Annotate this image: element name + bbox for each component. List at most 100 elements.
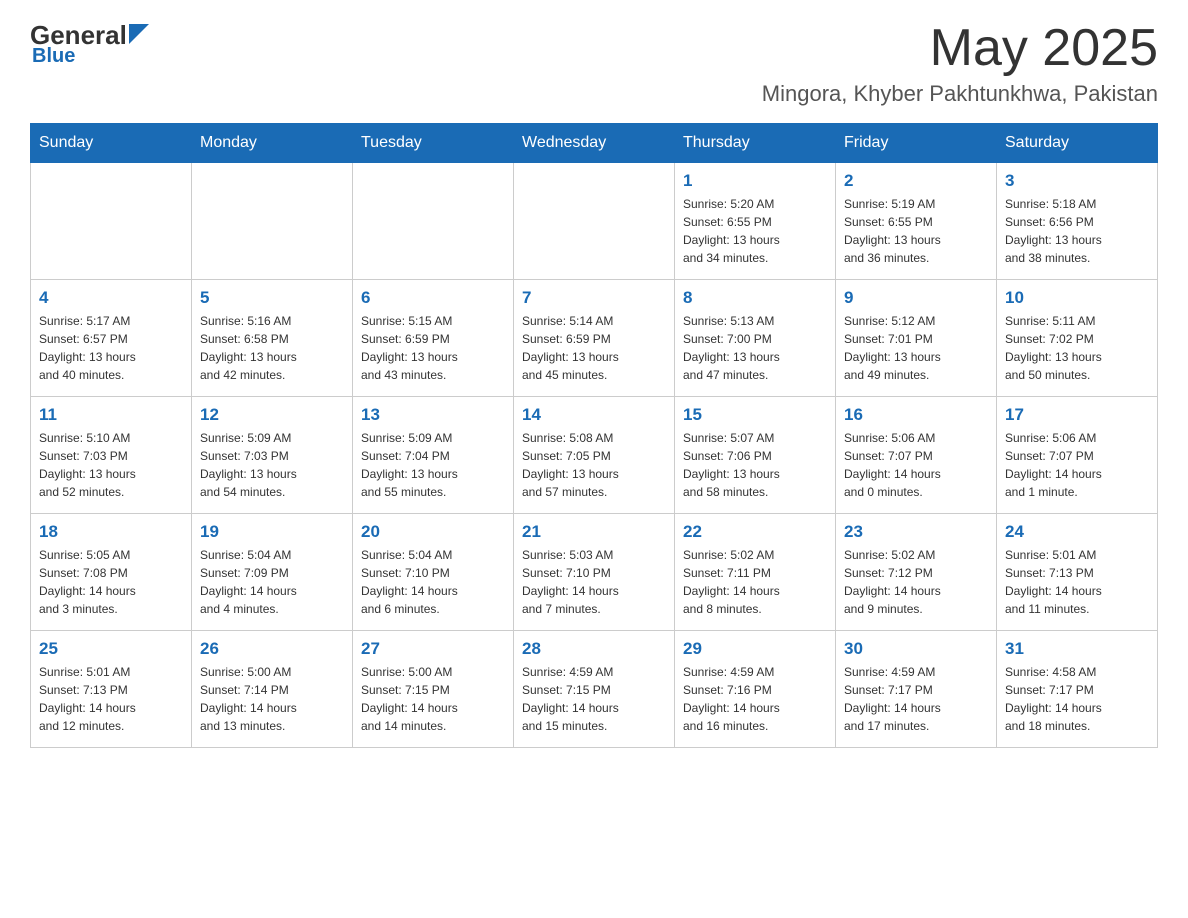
calendar-cell: 5 Sunrise: 5:16 AMSunset: 6:58 PMDaylight…: [192, 280, 353, 397]
day-info: Sunrise: 5:15 AMSunset: 6:59 PMDaylight:…: [361, 312, 505, 384]
calendar-cell: 6 Sunrise: 5:15 AMSunset: 6:59 PMDaylight…: [353, 280, 514, 397]
day-number: 10: [1005, 288, 1149, 308]
calendar-cell: 15 Sunrise: 5:07 AMSunset: 7:06 PMDayligh…: [675, 397, 836, 514]
title-area: May 2025 Mingora, Khyber Pakhtunkhwa, Pa…: [762, 20, 1158, 107]
month-title: May 2025: [762, 20, 1158, 77]
day-info: Sunrise: 5:02 AMSunset: 7:12 PMDaylight:…: [844, 546, 988, 618]
day-info: Sunrise: 5:13 AMSunset: 7:00 PMDaylight:…: [683, 312, 827, 384]
day-number: 2: [844, 171, 988, 191]
day-info: Sunrise: 5:03 AMSunset: 7:10 PMDaylight:…: [522, 546, 666, 618]
calendar-cell: 11Sunrise: 5:10 AMSunset: 7:03 PMDayligh…: [31, 397, 192, 514]
calendar-cell: 24Sunrise: 5:01 AMSunset: 7:13 PMDayligh…: [997, 514, 1158, 631]
day-info: Sunrise: 5:04 AMSunset: 7:09 PMDaylight:…: [200, 546, 344, 618]
calendar-cell: 2 Sunrise: 5:19 AMSunset: 6:55 PMDaylight…: [836, 163, 997, 280]
calendar-header-row: SundayMondayTuesdayWednesdayThursdayFrid…: [31, 124, 1158, 163]
day-info: Sunrise: 5:01 AMSunset: 7:13 PMDaylight:…: [39, 663, 183, 735]
day-info: Sunrise: 5:18 AMSunset: 6:56 PMDaylight:…: [1005, 195, 1149, 267]
day-number: 19: [200, 522, 344, 542]
day-number: 15: [683, 405, 827, 425]
day-info: Sunrise: 4:59 AMSunset: 7:15 PMDaylight:…: [522, 663, 666, 735]
day-number: 31: [1005, 639, 1149, 659]
day-info: Sunrise: 5:06 AMSunset: 7:07 PMDaylight:…: [844, 429, 988, 501]
day-number: 6: [361, 288, 505, 308]
day-info: Sunrise: 5:04 AMSunset: 7:10 PMDaylight:…: [361, 546, 505, 618]
calendar-cell: [353, 163, 514, 280]
calendar-cell: 25 Sunrise: 5:01 AMSunset: 7:13 PMDayligh…: [31, 631, 192, 748]
day-number: 12: [200, 405, 344, 425]
day-info: Sunrise: 5:19 AMSunset: 6:55 PMDaylight:…: [844, 195, 988, 267]
day-info: Sunrise: 5:00 AMSunset: 7:15 PMDaylight:…: [361, 663, 505, 735]
logo-blue: Blue: [30, 45, 75, 68]
calendar-cell: 10 Sunrise: 5:11 AMSunset: 7:02 PMDayligh…: [997, 280, 1158, 397]
calendar-header-sunday: Sunday: [31, 124, 192, 163]
calendar-cell: 19 Sunrise: 5:04 AMSunset: 7:09 PMDayligh…: [192, 514, 353, 631]
calendar-header-thursday: Thursday: [675, 124, 836, 163]
day-info: Sunrise: 5:16 AMSunset: 6:58 PMDaylight:…: [200, 312, 344, 384]
day-info: Sunrise: 5:01 AMSunset: 7:13 PMDaylight:…: [1005, 546, 1149, 618]
day-number: 11: [39, 405, 183, 425]
day-info: Sunrise: 5:05 AMSunset: 7:08 PMDaylight:…: [39, 546, 183, 618]
calendar-week-3: 11Sunrise: 5:10 AMSunset: 7:03 PMDayligh…: [31, 397, 1158, 514]
logo: General Blue: [30, 20, 149, 68]
calendar-header-wednesday: Wednesday: [514, 124, 675, 163]
calendar-cell: 20 Sunrise: 5:04 AMSunset: 7:10 PMDayligh…: [353, 514, 514, 631]
calendar-cell: 7 Sunrise: 5:14 AMSunset: 6:59 PMDaylight…: [514, 280, 675, 397]
day-number: 27: [361, 639, 505, 659]
logo-triangle-icon: [129, 24, 149, 44]
day-number: 1: [683, 171, 827, 191]
calendar-cell: 23Sunrise: 5:02 AMSunset: 7:12 PMDayligh…: [836, 514, 997, 631]
day-number: 13: [361, 405, 505, 425]
calendar-week-2: 4Sunrise: 5:17 AMSunset: 6:57 PMDaylight…: [31, 280, 1158, 397]
calendar-cell: 18 Sunrise: 5:05 AMSunset: 7:08 PMDayligh…: [31, 514, 192, 631]
calendar-cell: [514, 163, 675, 280]
calendar-week-5: 25 Sunrise: 5:01 AMSunset: 7:13 PMDayligh…: [31, 631, 1158, 748]
day-number: 26: [200, 639, 344, 659]
header: General Blue May 2025 Mingora, Khyber Pa…: [30, 20, 1158, 107]
location-title: Mingora, Khyber Pakhtunkhwa, Pakistan: [762, 81, 1158, 107]
day-number: 25: [39, 639, 183, 659]
calendar-cell: 4Sunrise: 5:17 AMSunset: 6:57 PMDaylight…: [31, 280, 192, 397]
day-number: 28: [522, 639, 666, 659]
day-info: Sunrise: 5:12 AMSunset: 7:01 PMDaylight:…: [844, 312, 988, 384]
day-number: 3: [1005, 171, 1149, 191]
calendar-cell: 1 Sunrise: 5:20 AMSunset: 6:55 PMDaylight…: [675, 163, 836, 280]
calendar-cell: 13Sunrise: 5:09 AMSunset: 7:04 PMDayligh…: [353, 397, 514, 514]
day-info: Sunrise: 5:11 AMSunset: 7:02 PMDaylight:…: [1005, 312, 1149, 384]
day-info: Sunrise: 5:20 AMSunset: 6:55 PMDaylight:…: [683, 195, 827, 267]
calendar-cell: 31 Sunrise: 4:58 AMSunset: 7:17 PMDayligh…: [997, 631, 1158, 748]
day-number: 22: [683, 522, 827, 542]
calendar-cell: 21 Sunrise: 5:03 AMSunset: 7:10 PMDayligh…: [514, 514, 675, 631]
day-info: Sunrise: 4:59 AMSunset: 7:17 PMDaylight:…: [844, 663, 988, 735]
calendar-cell: 12 Sunrise: 5:09 AMSunset: 7:03 PMDayligh…: [192, 397, 353, 514]
day-info: Sunrise: 5:14 AMSunset: 6:59 PMDaylight:…: [522, 312, 666, 384]
calendar-header-friday: Friday: [836, 124, 997, 163]
calendar-cell: 28 Sunrise: 4:59 AMSunset: 7:15 PMDayligh…: [514, 631, 675, 748]
day-number: 20: [361, 522, 505, 542]
calendar-header-monday: Monday: [192, 124, 353, 163]
day-number: 30: [844, 639, 988, 659]
calendar-cell: 26 Sunrise: 5:00 AMSunset: 7:14 PMDayligh…: [192, 631, 353, 748]
calendar-cell: 22Sunrise: 5:02 AMSunset: 7:11 PMDayligh…: [675, 514, 836, 631]
calendar-cell: 14Sunrise: 5:08 AMSunset: 7:05 PMDayligh…: [514, 397, 675, 514]
day-number: 18: [39, 522, 183, 542]
calendar-cell: 29Sunrise: 4:59 AMSunset: 7:16 PMDayligh…: [675, 631, 836, 748]
day-info: Sunrise: 5:09 AMSunset: 7:03 PMDaylight:…: [200, 429, 344, 501]
day-number: 5: [200, 288, 344, 308]
day-info: Sunrise: 5:07 AMSunset: 7:06 PMDaylight:…: [683, 429, 827, 501]
day-number: 21: [522, 522, 666, 542]
day-number: 4: [39, 288, 183, 308]
calendar-cell: 27 Sunrise: 5:00 AMSunset: 7:15 PMDayligh…: [353, 631, 514, 748]
day-number: 7: [522, 288, 666, 308]
day-info: Sunrise: 5:00 AMSunset: 7:14 PMDaylight:…: [200, 663, 344, 735]
day-info: Sunrise: 5:06 AMSunset: 7:07 PMDaylight:…: [1005, 429, 1149, 501]
day-info: Sunrise: 5:08 AMSunset: 7:05 PMDaylight:…: [522, 429, 666, 501]
calendar-cell: 8Sunrise: 5:13 AMSunset: 7:00 PMDaylight…: [675, 280, 836, 397]
calendar-cell: [31, 163, 192, 280]
calendar-cell: 9Sunrise: 5:12 AMSunset: 7:01 PMDaylight…: [836, 280, 997, 397]
day-number: 29: [683, 639, 827, 659]
day-info: Sunrise: 4:58 AMSunset: 7:17 PMDaylight:…: [1005, 663, 1149, 735]
calendar-cell: 16 Sunrise: 5:06 AMSunset: 7:07 PMDayligh…: [836, 397, 997, 514]
day-number: 16: [844, 405, 988, 425]
calendar-header-saturday: Saturday: [997, 124, 1158, 163]
day-number: 17: [1005, 405, 1149, 425]
